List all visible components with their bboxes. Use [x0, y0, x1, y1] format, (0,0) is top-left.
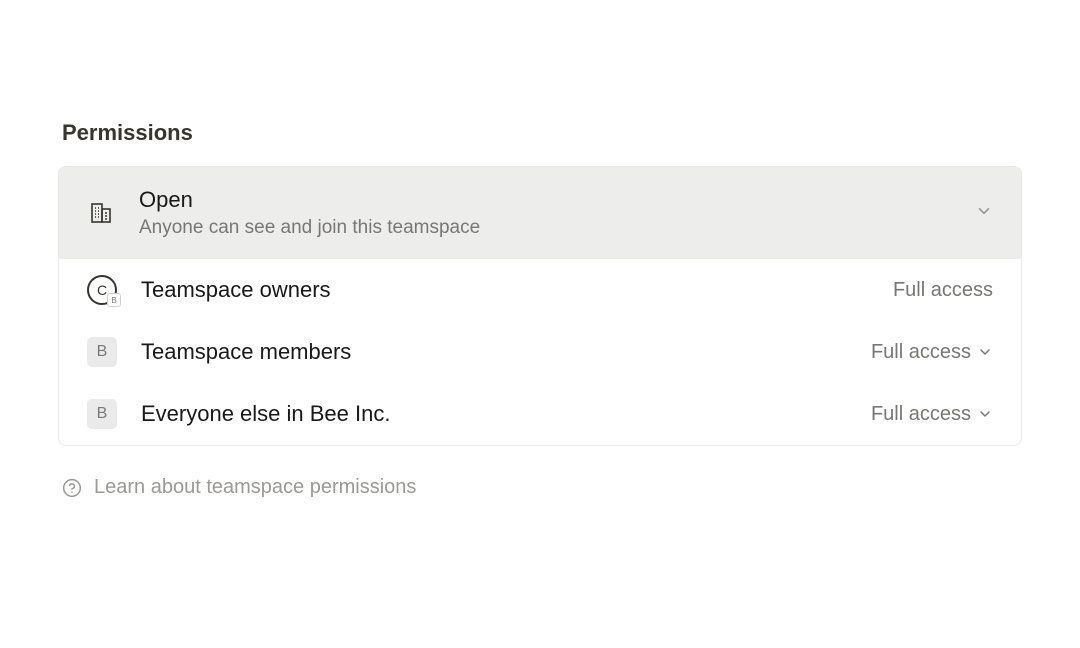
access-level-selector[interactable]: Open Anyone can see and join this teamsp… [59, 167, 1021, 259]
square-avatar-icon: B [87, 337, 117, 367]
chevron-down-icon [975, 202, 993, 225]
role-row-members: B Teamspace members Full access [59, 321, 1021, 383]
chevron-down-icon [977, 406, 993, 422]
role-label: Teamspace members [141, 339, 847, 365]
access-level-title: Open [139, 187, 951, 213]
role-row-everyone: B Everyone else in Bee Inc. Full access [59, 383, 1021, 445]
help-circle-icon [62, 478, 82, 498]
permissions-card: Open Anyone can see and join this teamsp… [58, 166, 1022, 446]
role-label: Everyone else in Bee Inc. [141, 401, 847, 427]
square-avatar-icon: B [87, 399, 117, 429]
avatar-icon: C B [87, 275, 117, 305]
chevron-down-icon [977, 344, 993, 360]
role-row-owners: C B Teamspace owners Full access [59, 259, 1021, 321]
role-access-dropdown[interactable]: Full access [871, 403, 993, 426]
role-access-value: Full access [893, 279, 993, 302]
building-icon [87, 199, 115, 227]
learn-permissions-link[interactable]: Learn about teamspace permissions [58, 476, 1022, 499]
role-label: Teamspace owners [141, 277, 869, 303]
access-level-subtitle: Anyone can see and join this teamspace [139, 217, 951, 239]
help-link-label: Learn about teamspace permissions [94, 476, 416, 499]
permissions-heading: Permissions [58, 120, 1022, 146]
role-access-dropdown[interactable]: Full access [871, 341, 993, 364]
sub-badge: B [107, 293, 121, 307]
access-level-text: Open Anyone can see and join this teamsp… [139, 187, 951, 239]
